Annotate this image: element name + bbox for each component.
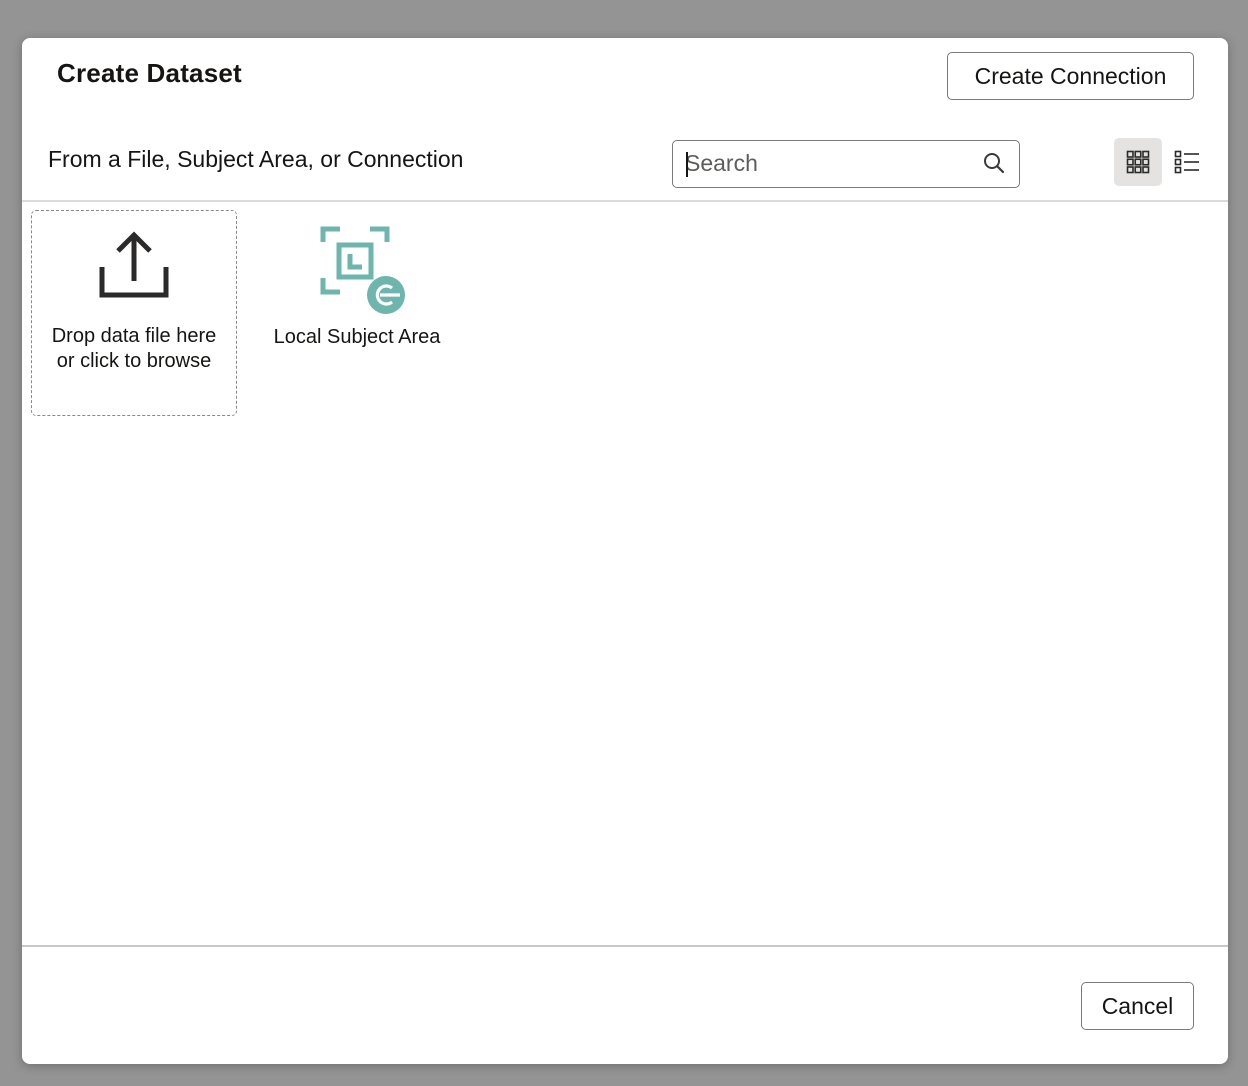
grid-view-button[interactable]: [1114, 138, 1162, 186]
upload-icon: [99, 231, 169, 298]
local-subject-area-label: Local Subject Area: [273, 326, 441, 348]
search-input[interactable]: [685, 141, 970, 186]
list-view-button[interactable]: [1163, 138, 1211, 186]
create-connection-button[interactable]: Create Connection: [947, 52, 1194, 100]
search-icon[interactable]: [983, 152, 1005, 174]
search-field[interactable]: [672, 140, 1020, 188]
footer-divider: [22, 945, 1228, 947]
dialog-title: Create Dataset: [57, 58, 242, 88]
cancel-button[interactable]: Cancel: [1081, 982, 1194, 1030]
drop-data-file-tile[interactable]: Drop data file here or click to browse: [31, 210, 237, 416]
local-subject-area-tile[interactable]: Local Subject Area: [272, 210, 442, 416]
list-view-icon: [1174, 150, 1199, 174]
create-dataset-dialog: Create Dataset Create Connection From a …: [22, 38, 1228, 1064]
header-divider: [22, 200, 1228, 202]
grid-view-icon: [1126, 150, 1150, 174]
drop-data-file-label: Drop data file here or click to browse: [51, 325, 217, 372]
local-subject-area-icon: [320, 226, 405, 314]
dialog-subtitle: From a File, Subject Area, or Connection: [48, 146, 464, 172]
text-caret: [686, 152, 688, 177]
